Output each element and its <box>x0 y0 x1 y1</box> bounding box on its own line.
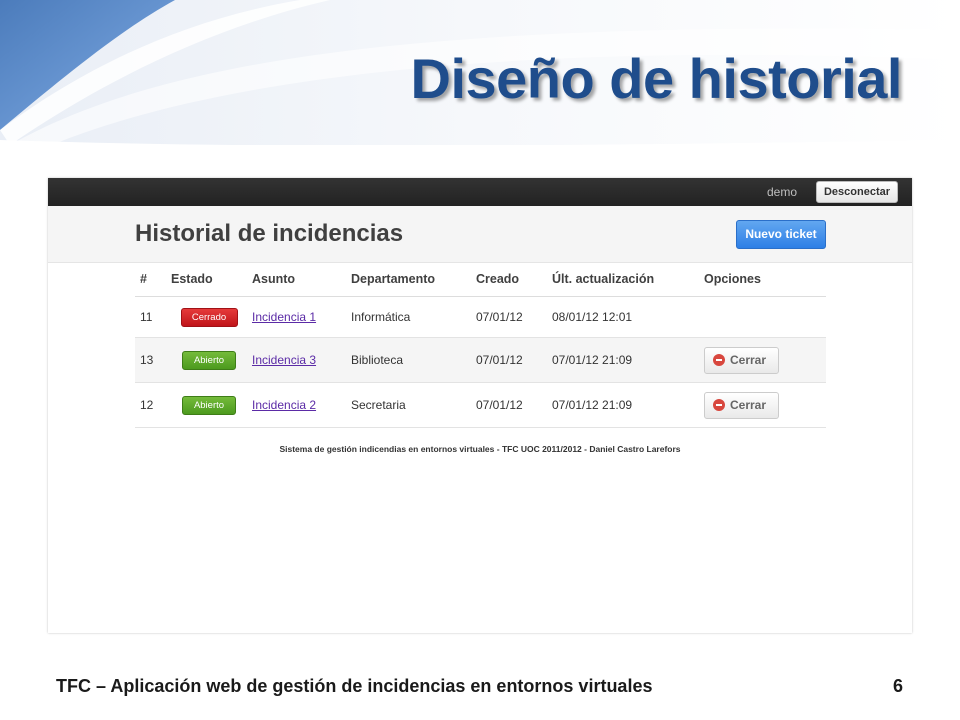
cell-id: 13 <box>135 337 166 383</box>
column-header-estado: Estado <box>166 262 247 297</box>
close-ticket-label: Cerrar <box>730 352 767 367</box>
close-ticket-label: Cerrar <box>730 397 767 412</box>
table-row: 11 Cerrado Incidencia 1 Informática 07/0… <box>135 296 826 338</box>
slide-page-number: 6 <box>892 676 903 696</box>
page-header: Historial de incidencias Nuevo ticket <box>48 206 912 263</box>
status-badge-closed: Cerrado <box>180 307 238 327</box>
table-row: 12 Abierto Incidencia 2 Secretaria 07/01… <box>135 382 826 428</box>
new-ticket-button[interactable]: Nuevo ticket <box>736 220 826 249</box>
cell-creado: 07/01/12 <box>471 382 547 428</box>
column-header-asunto: Asunto <box>247 262 346 297</box>
column-header-id: # <box>135 262 166 297</box>
minus-circle-icon <box>713 353 725 366</box>
ticket-link[interactable]: Incidencia 2 <box>252 398 316 412</box>
slide-title: Diseño de historial <box>410 47 903 110</box>
status-badge-open: Abierto <box>182 395 236 415</box>
cell-departamento: Informática <box>346 296 471 338</box>
cell-creado: 07/01/12 <box>471 296 547 338</box>
cell-departamento: Secretaria <box>346 382 471 428</box>
minus-circle-icon <box>713 398 725 411</box>
top-navbar: demo Desconectar <box>48 178 912 206</box>
page-title: Historial de incidencias <box>135 220 404 247</box>
slide: Diseño de historial demo Desconectar His… <box>0 0 960 720</box>
cell-departamento: Biblioteca <box>346 337 471 383</box>
status-badge-open: Abierto <box>182 350 236 370</box>
current-user: demo <box>766 185 797 199</box>
column-header-departamento: Departamento <box>346 262 471 297</box>
close-ticket-button[interactable]: Cerrar <box>704 346 779 374</box>
cell-id: 12 <box>135 382 166 428</box>
cell-id: 11 <box>135 296 166 338</box>
cell-actualizacion: 07/01/12 21:09 <box>547 337 699 383</box>
cell-actualizacion: 08/01/12 12:01 <box>547 296 699 338</box>
cell-creado: 07/01/12 <box>471 337 547 383</box>
column-header-creado: Creado <box>471 262 547 297</box>
app-footer: Sistema de gestión indicendias en entorn… <box>279 444 681 454</box>
tickets-table: # Estado Asunto Departamento Creado Últ.… <box>135 262 826 428</box>
ticket-link[interactable]: Incidencia 1 <box>252 310 316 324</box>
cell-actualizacion: 07/01/12 21:09 <box>547 382 699 428</box>
table-row: 13 Abierto Incidencia 3 Biblioteca 07/01… <box>135 337 826 383</box>
close-ticket-button[interactable]: Cerrar <box>704 391 779 419</box>
column-header-opciones: Opciones <box>699 262 826 297</box>
table-header-row: # Estado Asunto Departamento Creado Últ.… <box>135 262 826 297</box>
ticket-link[interactable]: Incidencia 3 <box>252 353 316 367</box>
cell-opciones <box>699 296 826 338</box>
logout-button[interactable]: Desconectar <box>816 181 898 203</box>
slide-footer: TFC – Aplicación web de gestión de incid… <box>56 676 653 696</box>
app-screenshot: demo Desconectar Historial de incidencia… <box>48 178 912 633</box>
column-header-actualizacion: Últ. actualización <box>547 262 699 297</box>
